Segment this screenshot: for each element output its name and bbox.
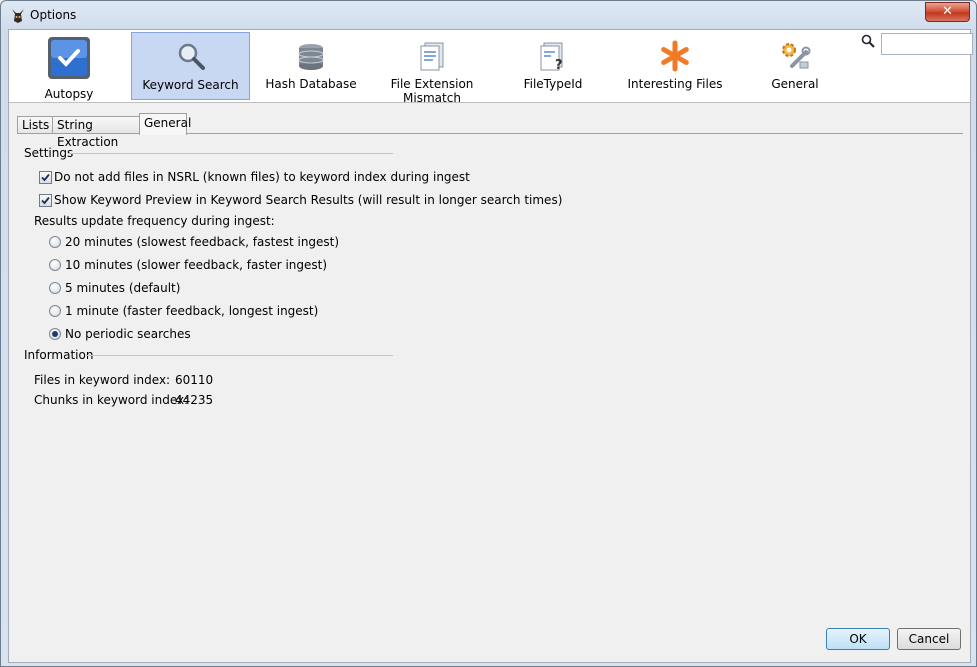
files-index-label: Files in keyword index: <box>34 373 171 387</box>
radio-5-minutes-label[interactable]: 5 minutes (default) <box>65 281 180 295</box>
radio-no-periodic[interactable] <box>49 328 61 340</box>
keyword-preview-checkbox[interactable] <box>39 194 52 207</box>
settings-heading: Settings <box>24 146 74 160</box>
category-label: Autopsy <box>44 87 94 101</box>
chunks-index-label: Chunks in keyword index: <box>34 393 189 407</box>
options-window: Options ✕ Autopsy Keyword Search Hash Da… <box>0 0 977 667</box>
category-label: File Extension Mismatch <box>390 77 474 105</box>
checkmark-icon <box>48 37 90 79</box>
files-index-value: 60110 <box>175 373 214 387</box>
nsrl-checkbox[interactable] <box>39 171 52 184</box>
options-content: Autopsy Keyword Search Hash Database Fil… <box>8 29 973 663</box>
radio-5-minutes[interactable] <box>49 282 61 294</box>
category-autopsy[interactable]: Autopsy <box>11 32 127 101</box>
category-interesting-files[interactable]: Interesting Files <box>615 32 735 98</box>
checkmark-icon <box>41 196 50 205</box>
close-button[interactable]: ✕ <box>925 2 970 22</box>
ok-button[interactable]: OK <box>826 628 890 650</box>
tab-lists[interactable]: Lists <box>17 116 53 134</box>
window-title: Options <box>30 8 77 22</box>
radio-1-minute[interactable] <box>49 305 61 317</box>
search-icon <box>861 34 875 48</box>
document-question-icon: ? <box>540 42 563 72</box>
category-label: FileTypeId <box>523 77 583 91</box>
category-hash-database[interactable]: Hash Database <box>252 32 370 98</box>
tab-general[interactable]: General <box>139 113 191 135</box>
category-general[interactable]: General <box>736 32 854 98</box>
category-label: General <box>771 77 819 91</box>
nsrl-checkbox-label[interactable]: Do not add files in NSRL (known files) t… <box>54 170 470 184</box>
chunks-index-value: 44235 <box>175 393 214 407</box>
keyword-preview-checkbox-label[interactable]: Show Keyword Preview in Keyword Search R… <box>54 193 562 207</box>
category-file-extension-mismatch[interactable]: File Extension Mismatch <box>372 32 492 105</box>
category-filetypeid[interactable]: ? FileTypeId <box>494 32 612 98</box>
information-heading: Information <box>24 348 94 362</box>
document-icon <box>420 42 444 71</box>
category-toolbar: Autopsy Keyword Search Hash Database Fil… <box>9 30 973 105</box>
magnifier-icon <box>178 43 205 70</box>
database-icon <box>298 44 324 70</box>
radio-20-minutes[interactable] <box>49 236 61 248</box>
checkmark-icon <box>41 173 50 182</box>
title-bar: Options ✕ <box>1 1 976 29</box>
radio-selected-dot <box>52 331 58 337</box>
asterisk-icon <box>661 40 689 72</box>
radio-10-minutes-label[interactable]: 10 minutes (slower feedback, faster inge… <box>65 258 327 272</box>
category-label: Keyword Search <box>142 78 239 92</box>
radio-no-periodic-label[interactable]: No periodic searches <box>65 327 191 341</box>
tab-string-extraction[interactable]: String Extraction <box>52 116 140 149</box>
search-input[interactable] <box>881 33 973 55</box>
category-label: Hash Database <box>265 77 357 91</box>
svg-text:?: ? <box>555 58 563 72</box>
gear-wrench-icon <box>782 43 811 69</box>
cancel-button[interactable]: Cancel <box>897 628 961 650</box>
category-keyword-search[interactable]: Keyword Search <box>131 32 250 100</box>
category-label: Interesting Files <box>627 77 723 91</box>
settings-separator <box>69 153 393 154</box>
information-separator <box>85 355 393 356</box>
radio-1-minute-label[interactable]: 1 minute (faster feedback, longest inges… <box>65 304 318 318</box>
radio-20-minutes-label[interactable]: 20 minutes (slowest feedback, fastest in… <box>65 235 339 249</box>
autopsy-dog-icon <box>12 9 24 23</box>
frequency-label: Results update frequency during ingest: <box>34 214 275 228</box>
radio-10-minutes[interactable] <box>49 259 61 271</box>
